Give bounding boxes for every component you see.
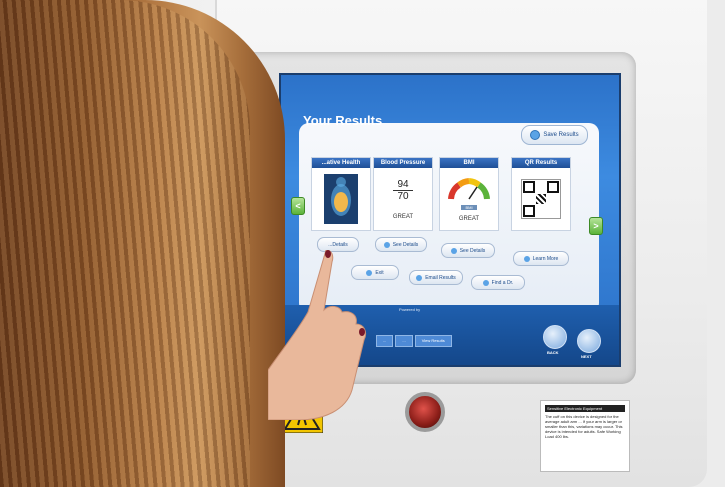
info-icon [450, 247, 457, 254]
bmi-gauge-label: BMI [461, 204, 477, 210]
card-cardiovascular-health[interactable]: ...ative Health [311, 157, 371, 231]
systolic-value: 94 [393, 179, 413, 191]
card-blood-pressure[interactable]: Blood Pressure 94 70 GREAT [373, 157, 433, 231]
save-icon [530, 130, 541, 140]
bp-see-details-button[interactable]: See Details [375, 237, 427, 252]
sticker-text: The cuff on this device is designed for … [545, 414, 623, 439]
card-header: Blood Pressure [374, 158, 432, 168]
breadcrumb-step-3: View Results [414, 335, 452, 347]
save-results-label: Save Results [543, 132, 579, 138]
card-body [312, 168, 370, 230]
card-bmi[interactable]: BMI BMI GREAT [439, 157, 499, 231]
save-results-button[interactable]: Save Results [521, 125, 588, 145]
learn-more-button[interactable]: Learn More [513, 251, 569, 266]
body-figure-icon [324, 174, 358, 224]
card-header: QR Results [512, 158, 570, 168]
next-label: NEXT [581, 354, 592, 359]
person-hair-strands [0, 0, 250, 487]
email-icon [416, 274, 423, 281]
card-qr-results[interactable]: QR Results [511, 157, 571, 231]
info-icon [383, 241, 390, 248]
email-results-button[interactable]: Email Results [409, 270, 463, 285]
info-icon [523, 255, 530, 262]
bp-see-details-label: See Details [392, 241, 419, 248]
breadcrumb: ... ... View Results [376, 335, 454, 347]
sticker-title: Sensitive Electronic Equipment [545, 405, 625, 412]
learn-more-label: Learn More [532, 255, 559, 262]
card-body: 94 70 GREAT [374, 168, 432, 230]
doctor-icon [482, 279, 489, 286]
card1-details-label: ...Details [328, 241, 348, 248]
back-label: BACK [547, 350, 559, 355]
card-header: ...ative Health [312, 158, 370, 168]
bmi-status: GREAT [458, 215, 480, 222]
photo-scene: Your Results Save Results < > ...ative H… [0, 0, 725, 487]
person-hand [268, 250, 367, 420]
email-results-label: Email Results [425, 274, 456, 281]
equipment-label-sticker: Sensitive Electronic Equipment The cuff … [540, 400, 630, 472]
breadcrumb-step-1: ... [376, 335, 394, 347]
bp-status: GREAT [392, 213, 414, 220]
breadcrumb-step-2: ... [395, 335, 413, 347]
diastolic-value: 70 [397, 190, 409, 202]
find-a-doctor-label: Find a Dr. [491, 279, 514, 286]
prev-arrow-button[interactable]: < [291, 197, 305, 215]
qr-code-icon [521, 179, 561, 219]
card-body [512, 168, 570, 230]
bmi-gauge-icon [448, 177, 490, 199]
next-button[interactable] [577, 329, 601, 353]
next-arrow-button[interactable]: > [589, 217, 603, 235]
bmi-see-details-label: See Details [459, 247, 486, 254]
card-body: BMI GREAT [440, 168, 498, 230]
back-button[interactable] [543, 325, 567, 349]
bmi-see-details-button[interactable]: See Details [441, 243, 495, 258]
physical-red-button[interactable] [405, 392, 445, 432]
powered-by-text: Powered by [399, 307, 421, 312]
card-header: BMI [440, 158, 498, 168]
page-title: Your Results [303, 113, 383, 128]
find-a-doctor-button[interactable]: Find a Dr. [471, 275, 525, 290]
